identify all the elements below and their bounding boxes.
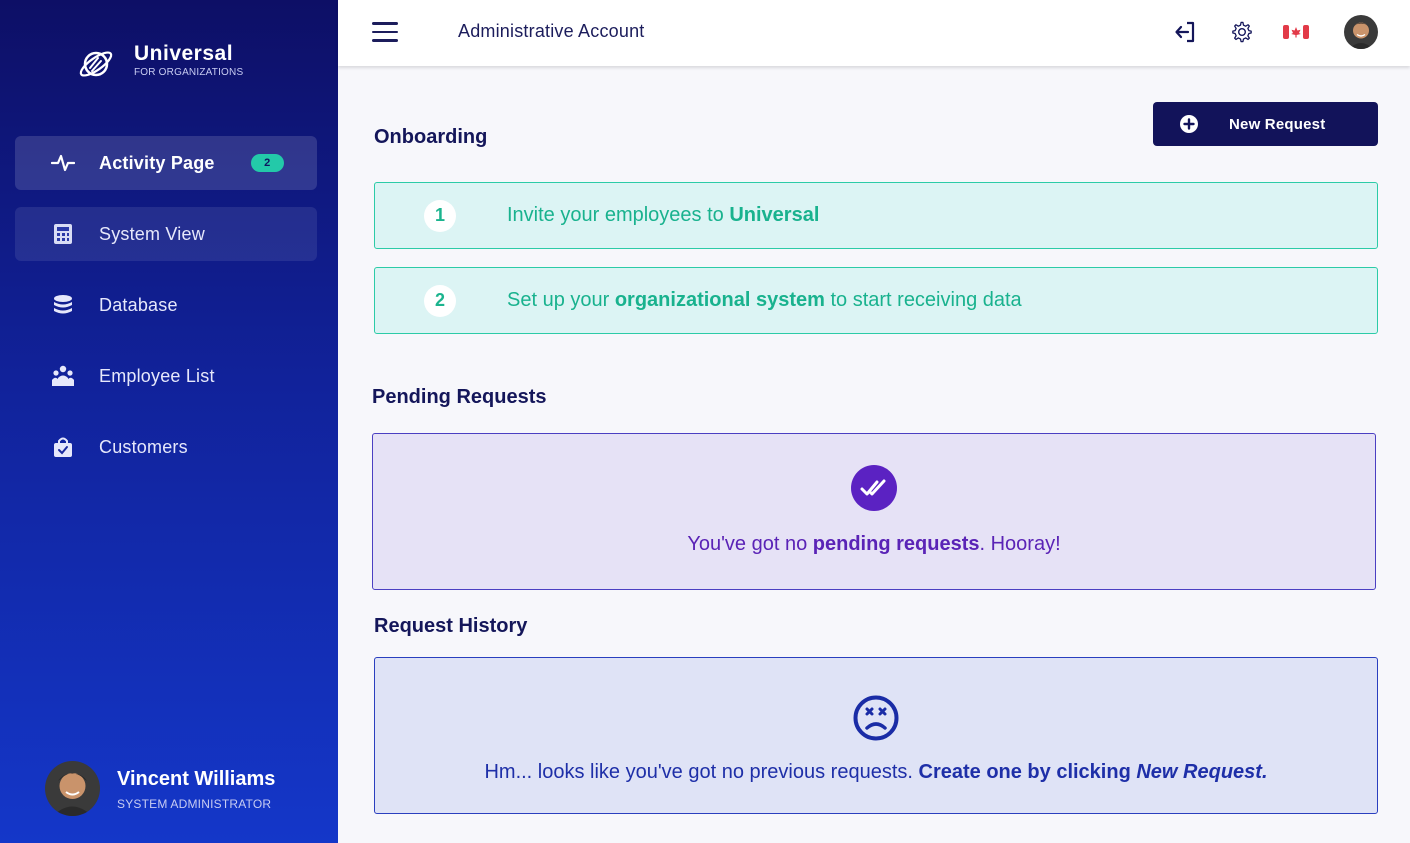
calculator-icon	[51, 222, 75, 246]
new-request-button[interactable]: New Request	[1153, 102, 1378, 146]
sidebar-item-database[interactable]: Database	[15, 278, 317, 332]
logout-icon[interactable]	[1171, 18, 1199, 46]
shopping-bag-icon	[51, 435, 75, 459]
top-bar: Administrative Account	[338, 0, 1410, 66]
sidebar-item-label: System View	[99, 223, 205, 244]
user-profile[interactable]: Vincent Williams SYSTEM ADMINISTRATOR	[45, 761, 275, 816]
pending-requests-title: Pending Requests	[372, 386, 547, 408]
planet-logo-icon	[79, 51, 113, 77]
step-text: Invite your employees to Universal	[507, 204, 820, 226]
brand-subtitle: FOR ORGANIZATIONS	[134, 67, 244, 78]
pending-empty-message: You've got no pending requests. Hooray!	[687, 533, 1061, 555]
notification-badge: 2	[250, 154, 284, 172]
avatar[interactable]	[1344, 15, 1378, 49]
canada-flag-icon[interactable]	[1282, 18, 1310, 46]
brand[interactable]: Universal FOR ORGANIZATIONS	[76, 42, 243, 84]
sidebar-item-activity-page[interactable]: Activity Page 2	[15, 136, 317, 190]
onboarding-title: Onboarding	[374, 126, 488, 148]
sidebar-item-label: Database	[99, 294, 178, 315]
database-icon	[51, 293, 75, 317]
request-history-title: Request History	[374, 615, 528, 637]
sidebar: Universal FOR ORGANIZATIONS Activity Pag…	[0, 0, 338, 843]
gear-icon[interactable]	[1228, 18, 1256, 46]
avatar	[45, 761, 100, 816]
user-name: Vincent Williams	[117, 767, 276, 790]
onboarding-step-2[interactable]: 2 Set up your organizational system to s…	[374, 267, 1378, 334]
sidebar-item-label: Customers	[99, 436, 188, 457]
user-role: SYSTEM ADMINISTRATOR	[117, 796, 272, 811]
onboarding-step-1[interactable]: 1 Invite your employees to Universal	[374, 182, 1378, 249]
page-title: Administrative Account	[458, 21, 645, 41]
pending-requests-panel: You've got no pending requests. Hooray!	[372, 433, 1376, 590]
people-icon	[51, 364, 75, 388]
plus-circle-icon	[1180, 115, 1198, 133]
pulse-icon	[51, 151, 75, 175]
sidebar-item-label: Activity Page	[99, 152, 215, 173]
double-check-icon	[851, 465, 897, 511]
sad-face-icon	[853, 695, 899, 741]
request-history-panel: Hm... looks like you've got no previous …	[374, 657, 1378, 814]
sidebar-item-label: Employee List	[99, 365, 215, 386]
sidebar-item-system-view[interactable]: System View	[15, 207, 317, 261]
step-text: Set up your organizational system to sta…	[507, 289, 1022, 311]
sidebar-item-employee-list[interactable]: Employee List	[15, 349, 317, 403]
new-request-label: New Request	[1229, 115, 1326, 133]
step-number: 2	[424, 284, 456, 317]
menu-icon[interactable]	[372, 22, 398, 42]
brand-title: Universal	[134, 42, 234, 65]
sidebar-nav: Activity Page 2 System View Database Emp…	[15, 136, 317, 491]
history-empty-message: Hm... looks like you've got no previous …	[484, 761, 1268, 783]
step-number: 1	[424, 199, 456, 232]
sidebar-item-customers[interactable]: Customers	[15, 420, 317, 474]
